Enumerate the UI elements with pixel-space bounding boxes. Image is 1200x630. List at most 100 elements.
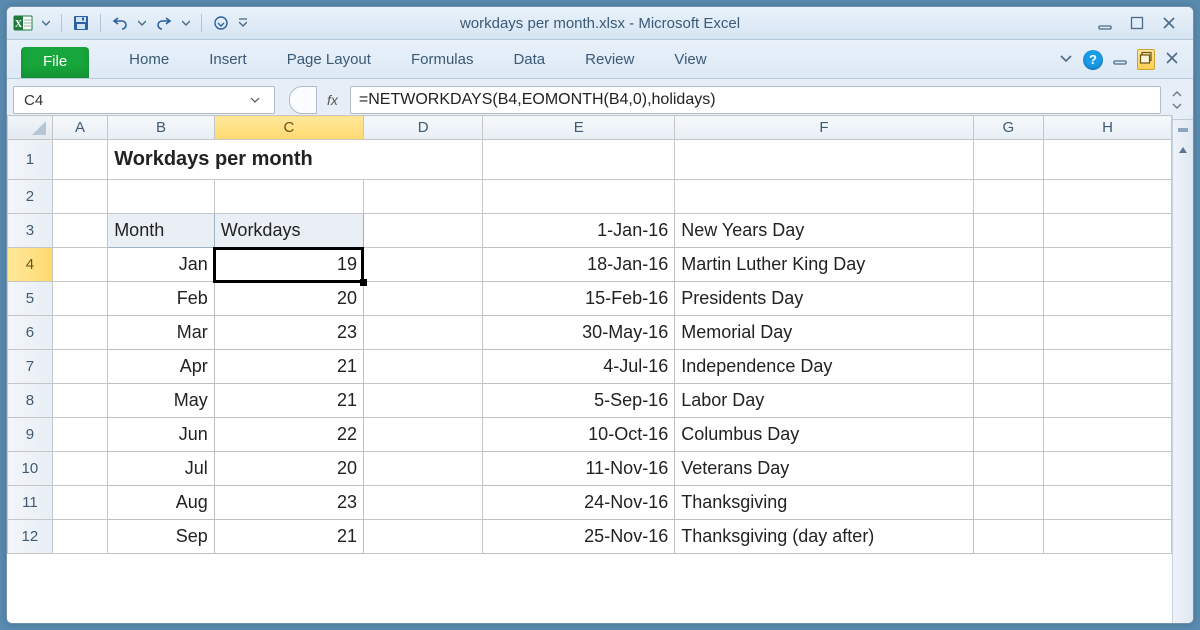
cell-E9[interactable]: 10-Oct-16 [483,418,675,452]
row-header-9[interactable]: 9 [8,418,53,452]
cell-E1[interactable] [483,140,675,180]
cell-C3[interactable]: Workdays [214,214,363,248]
cell-H11[interactable] [1044,486,1172,520]
cell-F7[interactable]: Independence Day [675,350,973,384]
ribbon-options-icon[interactable] [1059,51,1073,68]
cell-F4[interactable]: Martin Luther King Day [675,248,973,282]
col-header-E[interactable]: E [483,116,675,140]
cell-G9[interactable] [973,418,1043,452]
cell-C7[interactable]: 21 [214,350,363,384]
col-header-H[interactable]: H [1044,116,1172,140]
cell-E11[interactable]: 24-Nov-16 [483,486,675,520]
cell-A4[interactable] [52,248,107,282]
cell-G6[interactable] [973,316,1043,350]
cell-D7[interactable] [363,350,482,384]
spreadsheet-grid[interactable]: ABCDEFGH1Workdays per month23MonthWorkda… [7,115,1172,623]
cell-H1[interactable] [1044,140,1172,180]
cell-F10[interactable]: Veterans Day [675,452,973,486]
tab-insert[interactable]: Insert [189,45,267,78]
cell-G8[interactable] [973,384,1043,418]
cell-D9[interactable] [363,418,482,452]
cell-C8[interactable]: 21 [214,384,363,418]
cell-F8[interactable]: Labor Day [675,384,973,418]
row-header-5[interactable]: 5 [8,282,53,316]
cell-F1[interactable] [675,140,973,180]
cell-G1[interactable] [973,140,1043,180]
app-menu-dropdown-icon[interactable] [39,12,53,34]
minimize-button[interactable] [1095,13,1115,33]
cell-F2[interactable] [675,180,973,214]
col-header-B[interactable]: B [108,116,215,140]
cell-B8[interactable]: May [108,384,215,418]
cell-B3[interactable]: Month [108,214,215,248]
tab-page-layout[interactable]: Page Layout [267,45,391,78]
cell-E12[interactable]: 25-Nov-16 [483,520,675,554]
cell-F9[interactable]: Columbus Day [675,418,973,452]
undo-dropdown-icon[interactable] [135,12,149,34]
cell-F6[interactable]: Memorial Day [675,316,973,350]
cell-H6[interactable] [1044,316,1172,350]
cell-C6[interactable]: 23 [214,316,363,350]
name-box-dropdown-icon[interactable] [246,91,264,109]
cell-D5[interactable] [363,282,482,316]
cell-F5[interactable]: Presidents Day [675,282,973,316]
excel-app-icon[interactable]: X [11,11,35,35]
cell-C9[interactable]: 22 [214,418,363,452]
scroll-split-icon[interactable] [1173,120,1193,140]
col-header-F[interactable]: F [675,116,973,140]
tab-formulas[interactable]: Formulas [391,45,494,78]
cell-G10[interactable] [973,452,1043,486]
col-header-G[interactable]: G [973,116,1043,140]
row-header-7[interactable]: 7 [8,350,53,384]
cell-A12[interactable] [52,520,107,554]
row-header-6[interactable]: 6 [8,316,53,350]
cell-D6[interactable] [363,316,482,350]
row-header-11[interactable]: 11 [8,486,53,520]
cell-A9[interactable] [52,418,107,452]
cell-A8[interactable] [52,384,107,418]
row-header-12[interactable]: 12 [8,520,53,554]
select-all-corner[interactable] [8,116,53,140]
cell-G7[interactable] [973,350,1043,384]
row-header-3[interactable]: 3 [8,214,53,248]
cell-C2[interactable] [214,180,363,214]
name-box[interactable]: C4 [13,86,275,114]
cell-H5[interactable] [1044,282,1172,316]
cell-F3[interactable]: New Years Day [675,214,973,248]
cell-E7[interactable]: 4-Jul-16 [483,350,675,384]
cell-A5[interactable] [52,282,107,316]
cell-B12[interactable]: Sep [108,520,215,554]
cell-A6[interactable] [52,316,107,350]
row-header-4[interactable]: 4 [8,248,53,282]
cell-A3[interactable] [52,214,107,248]
scroll-up-button[interactable] [1173,140,1193,160]
cell-A1[interactable] [52,140,107,180]
cell-B2[interactable] [108,180,215,214]
cell-C4[interactable]: 19 [214,248,363,282]
cell-C12[interactable]: 21 [214,520,363,554]
cell-B11[interactable]: Aug [108,486,215,520]
cell-B1[interactable]: Workdays per month [108,140,483,180]
cell-B6[interactable]: Mar [108,316,215,350]
cell-D12[interactable] [363,520,482,554]
cell-H9[interactable] [1044,418,1172,452]
cell-E2[interactable] [483,180,675,214]
cell-B9[interactable]: Jun [108,418,215,452]
insert-function-button[interactable] [289,86,317,114]
workbook-close-button[interactable] [1165,51,1179,68]
customize-qat-button[interactable] [210,12,232,34]
cell-G3[interactable] [973,214,1043,248]
cell-G2[interactable] [973,180,1043,214]
cell-F12[interactable]: Thanksgiving (day after) [675,520,973,554]
vertical-scrollbar[interactable] [1172,115,1193,623]
cell-C11[interactable]: 23 [214,486,363,520]
cell-H3[interactable] [1044,214,1172,248]
close-button[interactable] [1159,13,1179,33]
cell-B5[interactable]: Feb [108,282,215,316]
row-header-2[interactable]: 2 [8,180,53,214]
workbook-restore-button[interactable] [1137,49,1155,70]
cell-D8[interactable] [363,384,482,418]
cell-D3[interactable] [363,214,482,248]
undo-button[interactable] [109,12,131,34]
col-header-D[interactable]: D [363,116,482,140]
